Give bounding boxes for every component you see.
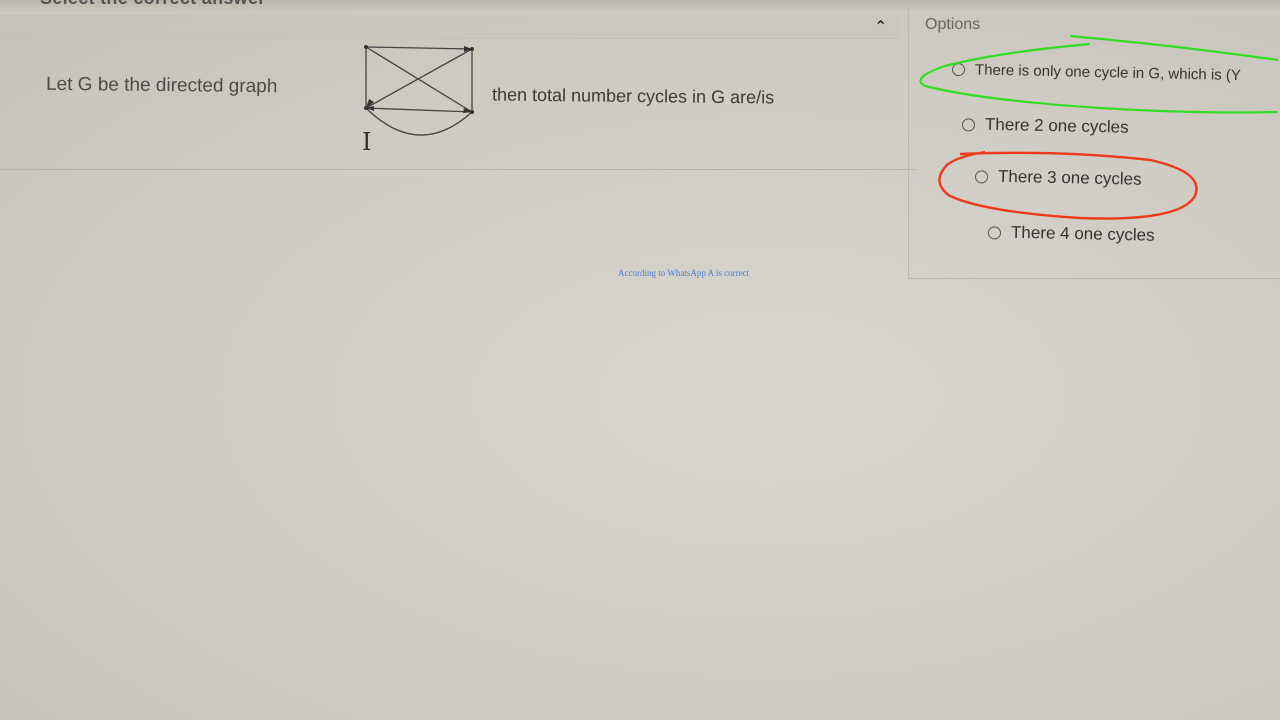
directed-graph-figure — [364, 45, 474, 136]
option-d[interactable]: There 4 one cycles — [987, 222, 1155, 245]
options-title: Options — [925, 16, 981, 33]
chevron-up-icon[interactable]: ⌃ — [874, 17, 887, 37]
text-cursor-icon: I — [362, 128, 372, 156]
radio-button-icon[interactable] — [987, 225, 1002, 240]
option-d-label: There 4 one cycles — [1010, 222, 1155, 245]
option-c[interactable]: There 3 one cycles — [974, 166, 1142, 189]
option-b[interactable]: There 2 one cycles — [961, 114, 1129, 137]
question-text-before: Let G be the directed graph — [45, 73, 278, 98]
question-text-after: then total number cycles in G are/is — [491, 84, 775, 108]
watermark-note: According to WhatsApp A is correct — [618, 268, 750, 278]
option-b-label: There 2 one cycles — [984, 114, 1129, 137]
question-header-bar: ⌃ — [0, 14, 900, 39]
radio-button-icon[interactable] — [974, 169, 989, 184]
radio-button-icon[interactable] — [951, 62, 966, 77]
option-c-label: There 3 one cycles — [997, 166, 1142, 189]
section-heading: Select the correct answer — [40, 0, 266, 9]
radio-button-icon[interactable] — [961, 117, 976, 132]
